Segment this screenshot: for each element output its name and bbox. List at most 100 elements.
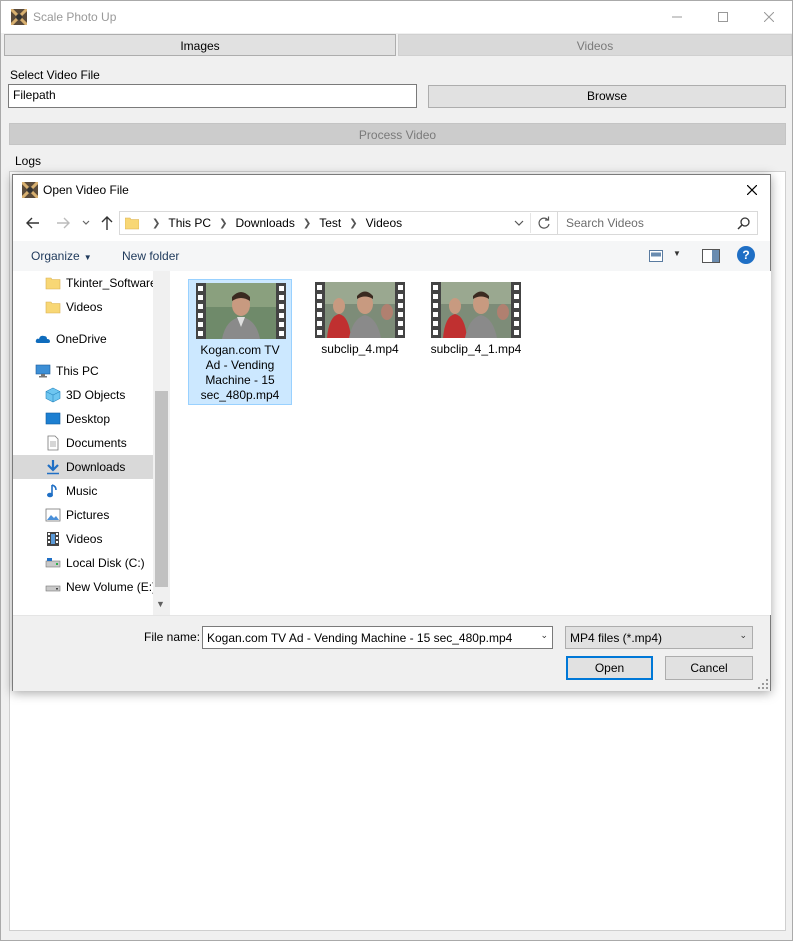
open-button[interactable]: Open: [566, 656, 653, 680]
chevron-right-icon[interactable]: ❯: [349, 218, 357, 229]
browse-button[interactable]: Browse: [428, 85, 786, 108]
file-item[interactable]: Kogan.com TV Ad - Vending Machine - 15 s…: [188, 279, 292, 405]
dialog-footer: File name: Kogan.com TV Ad - Vending Mac…: [13, 615, 770, 691]
file-name-label: Kogan.com TV Ad - Vending Machine - 15 s…: [200, 343, 280, 402]
dialog-close-button[interactable]: [734, 175, 770, 205]
tab-videos[interactable]: Videos: [398, 34, 792, 56]
file-item[interactable]: subclip_4_1.mp4: [424, 279, 528, 405]
open-file-dialog: Open Video File ❯ This PC ❯ Downloads ❯ …: [12, 174, 771, 691]
file-name-value: Kogan.com TV Ad - Vending Machine - 15 s…: [207, 631, 513, 645]
chevron-down-icon: ⌄: [739, 630, 747, 640]
breadcrumb-downloads[interactable]: Downloads: [235, 216, 294, 230]
command-bar: Organize ▼ New folder ▼ ?: [13, 241, 770, 271]
organize-button[interactable]: Organize ▼: [31, 249, 92, 263]
breadcrumb-test[interactable]: Test: [319, 216, 341, 230]
process-video-button[interactable]: Process Video: [9, 123, 786, 145]
drive-icon: [45, 585, 61, 592]
new-folder-button[interactable]: New folder: [122, 249, 179, 263]
folder-icon: [45, 277, 61, 290]
chevron-right-icon: ❯: [152, 217, 161, 229]
dialog-titlebar: Open Video File: [13, 175, 770, 205]
documents-icon: [47, 435, 59, 451]
music-icon: [47, 484, 57, 498]
file-name-input[interactable]: Kogan.com TV Ad - Vending Machine - 15 s…: [202, 626, 553, 649]
nav-scrollbar[interactable]: ▼: [153, 271, 170, 615]
pictures-icon: [45, 508, 61, 522]
sidebar-item-label: Desktop: [66, 412, 111, 426]
sidebar-item-desktop[interactable]: Desktop: [13, 407, 153, 431]
sidebar-item-label: Local Disk (C:): [66, 556, 145, 570]
address-bar[interactable]: ❯ This PC ❯ Downloads ❯ Test ❯ Videos: [119, 211, 559, 235]
breadcrumb: ❯ This PC ❯ Downloads ❯ Test ❯ Videos: [144, 212, 402, 234]
close-icon: [747, 185, 757, 195]
main-titlebar: Scale Photo Up: [1, 1, 792, 33]
sidebar-item-label: Pictures: [66, 508, 110, 522]
sidebar-item-videos[interactable]: Videos: [13, 527, 153, 551]
desktop-icon: [45, 412, 61, 425]
sidebar-item-this-pc[interactable]: This PC: [13, 359, 153, 383]
sidebar-item-label: Downloads: [66, 460, 126, 474]
change-view-icon[interactable]: [649, 250, 663, 262]
chevron-down-icon[interactable]: ⌄: [540, 630, 548, 641]
logs-label: Logs: [15, 154, 42, 168]
back-arrow-icon[interactable]: [23, 213, 43, 233]
recent-locations-chevron-icon[interactable]: [81, 215, 91, 231]
local-disk-icon: [45, 558, 61, 568]
refresh-icon: [537, 216, 550, 229]
cancel-button[interactable]: Cancel: [665, 656, 753, 680]
resize-grip-icon[interactable]: [758, 679, 768, 689]
sidebar-item-documents[interactable]: Documents: [13, 431, 153, 455]
chevron-right-icon[interactable]: ❯: [219, 218, 227, 229]
file-list-pane: Kogan.com TV Ad - Vending Machine - 15 s…: [170, 271, 771, 615]
sidebar-item-downloads[interactable]: Downloads: [13, 455, 153, 479]
video-thumbnail-icon: [315, 282, 405, 338]
sidebar-item-new-volume-e[interactable]: New Volume (E:): [13, 575, 156, 599]
chevron-down-icon[interactable]: [512, 215, 526, 231]
scrollbar-thumb[interactable]: [155, 391, 168, 587]
caret-down-icon[interactable]: ▼: [673, 249, 681, 258]
breadcrumb-this-pc[interactable]: This PC: [168, 216, 211, 230]
refresh-button[interactable]: [530, 213, 556, 233]
caret-down-icon: ▼: [83, 253, 92, 262]
preview-pane-icon[interactable]: [702, 249, 720, 263]
help-icon[interactable]: ?: [737, 246, 755, 264]
video-thumbnail-icon: [431, 282, 521, 338]
3d-objects-icon: [45, 387, 61, 403]
sidebar-item-tkinter-software[interactable]: Tkinter_Software: [13, 271, 157, 295]
downloads-icon: [47, 460, 59, 475]
sidebar-item-onedrive[interactable]: OneDrive: [13, 327, 153, 351]
search-box[interactable]: Search Videos: [557, 211, 758, 235]
pc-icon: [35, 364, 51, 378]
sidebar-item-videos[interactable]: Videos: [13, 295, 153, 319]
sidebar-item-label: Videos: [66, 532, 103, 546]
sidebar-item-label: Tkinter_Software: [66, 276, 157, 290]
scroll-down-arrow-icon[interactable]: ▼: [156, 599, 165, 609]
sidebar-item-label: This PC: [56, 364, 99, 378]
sidebar-item-local-disk-c[interactable]: Local Disk (C:): [13, 551, 153, 575]
tab-images[interactable]: Images: [4, 34, 396, 56]
file-item[interactable]: subclip_4.mp4: [308, 279, 412, 405]
close-button[interactable]: [746, 1, 792, 33]
up-arrow-icon[interactable]: [97, 213, 117, 233]
file-name-label: subclip_4_1.mp4: [430, 342, 522, 356]
breadcrumb-videos[interactable]: Videos: [366, 216, 402, 230]
sidebar-item-music[interactable]: Music: [13, 479, 153, 503]
maximize-icon: [718, 12, 728, 22]
folder-icon: [45, 301, 61, 314]
app-title: Scale Photo Up: [33, 10, 117, 24]
navigation-pane: Tkinter_Software Videos OneDrive This PC 3D …: [13, 271, 170, 615]
search-placeholder: Search Videos: [566, 216, 644, 230]
maximize-button[interactable]: [700, 1, 746, 33]
minimize-button[interactable]: [654, 1, 700, 33]
file-type-select[interactable]: MP4 files (*.mp4) ⌄: [565, 626, 753, 649]
dialog-title: Open Video File: [43, 183, 129, 197]
filepath-input[interactable]: Filepath: [8, 84, 417, 108]
folder-icon: [125, 217, 139, 230]
file-name-field-label: File name:: [144, 630, 201, 644]
sidebar-item-pictures[interactable]: Pictures: [13, 503, 153, 527]
chevron-right-icon[interactable]: ❯: [303, 218, 311, 229]
forward-arrow-icon[interactable]: [53, 213, 73, 233]
minimize-icon: [672, 16, 682, 18]
sidebar-item-3d-objects[interactable]: 3D Objects: [13, 383, 153, 407]
file-name-label: subclip_4.mp4: [321, 342, 399, 356]
